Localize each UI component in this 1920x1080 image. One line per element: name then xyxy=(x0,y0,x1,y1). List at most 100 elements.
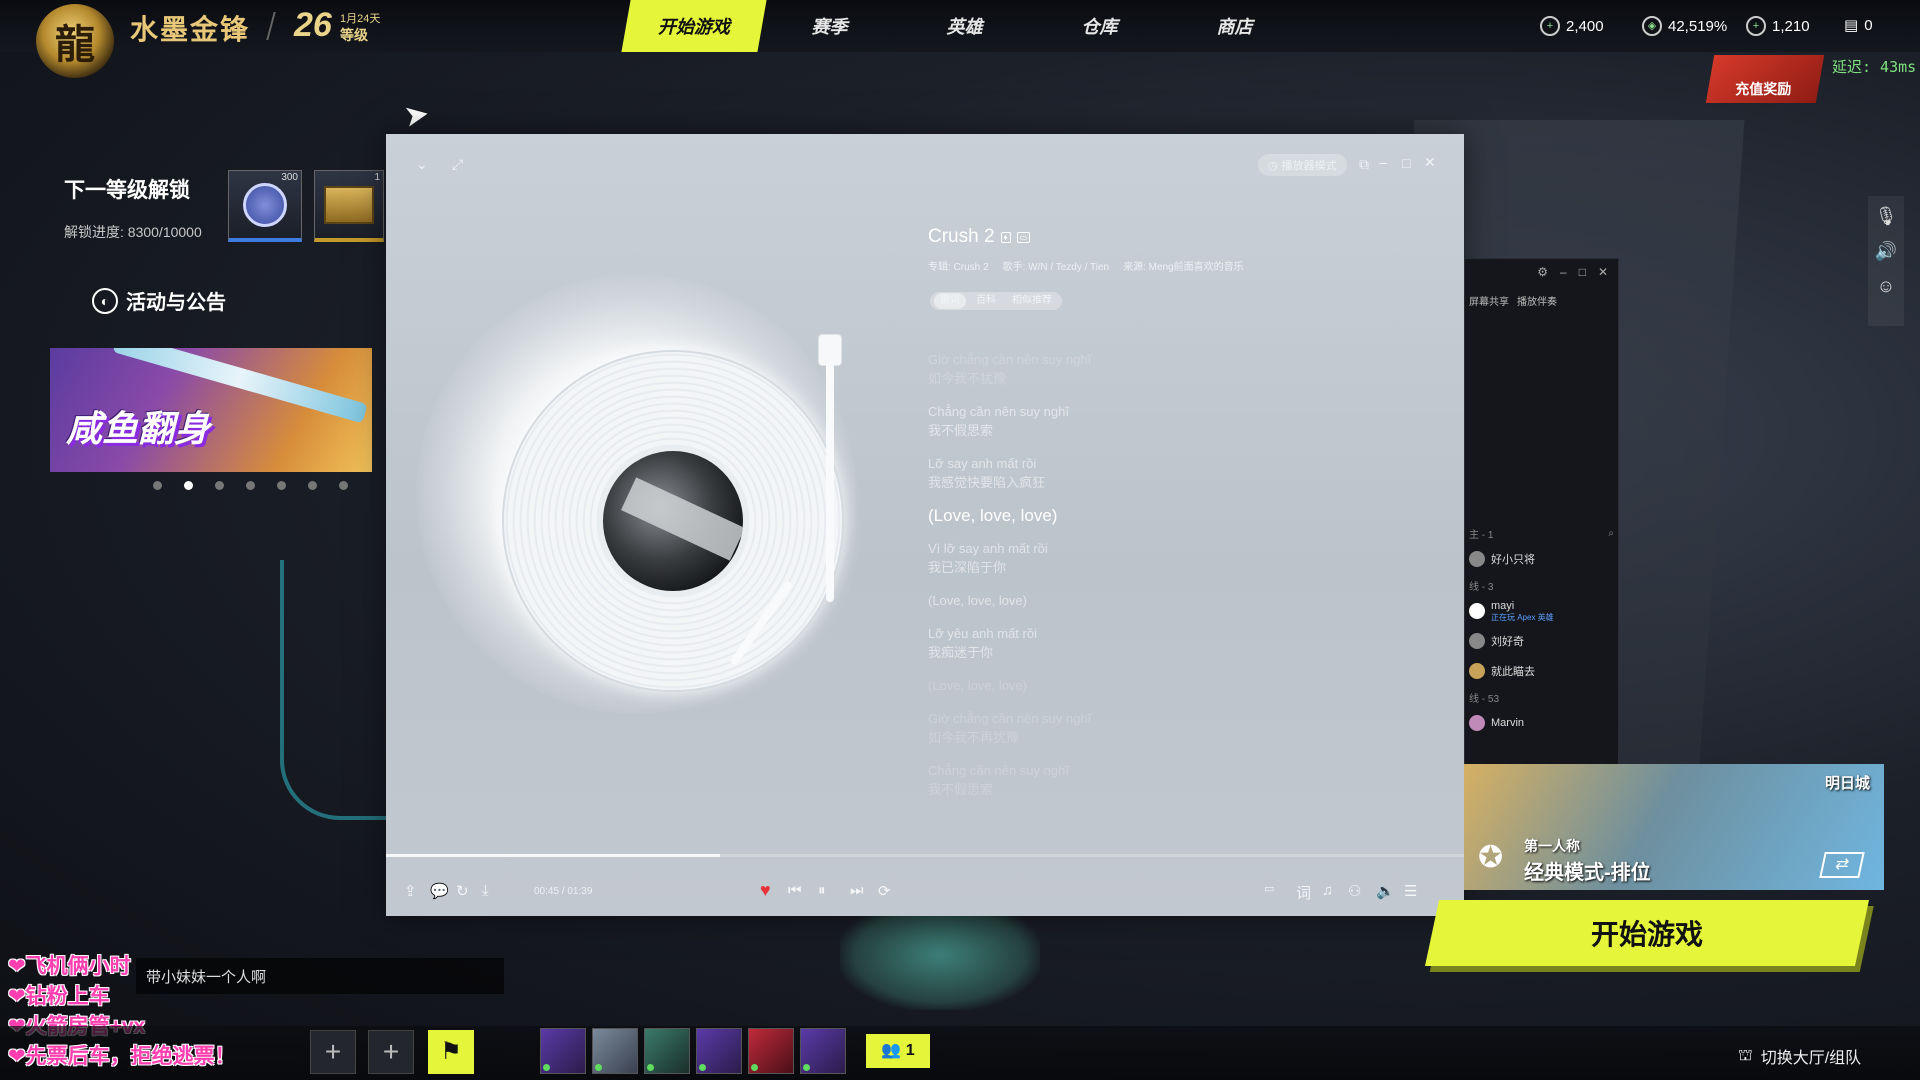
lyrics-panel[interactable]: Giờ chẳng cần nên suy nghĩ 如今我不犹豫 Chẳng cầ… xyxy=(928,350,1348,810)
lyric-line[interactable]: Lỡ yêu anh mất rồi 我痴迷于你 xyxy=(928,624,1348,662)
currency-cards[interactable]: ▤ 0 xyxy=(1844,16,1873,35)
lyric-line[interactable]: (Love, love, love) xyxy=(928,676,1348,695)
member-row[interactable]: 刘好奇 xyxy=(1469,626,1614,656)
pagination-dot-active[interactable] xyxy=(184,481,193,490)
activity-header[interactable]: ◐ 活动与公告 xyxy=(92,286,226,315)
hero-slot[interactable] xyxy=(748,1028,794,1074)
previous-track-icon[interactable]: ⏮ xyxy=(788,882,802,899)
minimize-icon[interactable]: – xyxy=(1560,265,1567,287)
lyrics-icon[interactable]: 词 xyxy=(1296,882,1311,903)
play-accompaniment-button[interactable]: 播放伴奏 xyxy=(1517,293,1557,308)
tab-wiki[interactable]: 百科 xyxy=(970,293,1002,309)
hero-slot[interactable] xyxy=(800,1028,846,1074)
member-row[interactable]: Marvin xyxy=(1469,708,1614,738)
speaker-icon[interactable]: 🔊 xyxy=(1875,241,1897,262)
microphone-icon[interactable]: 🎙 xyxy=(1875,206,1898,227)
song-meta: 专辑: Crush 2 歌手: W/N / Tezdy / Tien 来源: M… xyxy=(928,258,1244,273)
nav-start-game[interactable]: 开始游戏 xyxy=(621,0,767,52)
lyric-line[interactable]: Giờ chẳng cần nên suy nghĩ 如今我不再犹豫 xyxy=(928,709,1348,747)
next-track-icon[interactable]: ⏭ xyxy=(850,882,864,899)
nav-inventory[interactable]: 仓库 xyxy=(1032,0,1167,52)
pagination-dot[interactable] xyxy=(246,481,255,490)
currency-coins[interactable]: ◈ 42,519% xyxy=(1642,16,1727,36)
add-slot-button[interactable]: + xyxy=(310,1030,356,1074)
switch-hall-button[interactable]: ⛫ 切换大厅/组队 xyxy=(1738,1044,1861,1068)
quality-badge: ▭ xyxy=(1016,231,1031,243)
collapse-icon[interactable]: ⌄ xyxy=(416,156,428,173)
pagination-dot[interactable] xyxy=(153,481,162,490)
party-button[interactable]: 👥 1 xyxy=(866,1034,930,1068)
reward-card-coin[interactable]: 300 xyxy=(228,170,302,242)
lyric-line[interactable]: Lỡ say anh mất rồi 我感觉快要陷入疯狂 xyxy=(928,454,1348,492)
hero-slot[interactable] xyxy=(644,1028,690,1074)
pagination-dot[interactable] xyxy=(277,481,286,490)
maximize-icon[interactable]: □ xyxy=(1579,265,1586,287)
add-slot-button[interactable]: + xyxy=(368,1030,414,1074)
green-gem-icon: + xyxy=(1540,16,1560,36)
swap-mode-icon[interactable]: ⇄ xyxy=(1819,852,1865,878)
repeat-icon[interactable]: ↻ xyxy=(456,882,469,900)
banner-pagination xyxy=(153,481,348,490)
stream-overlay-line: ❤钻粉上车 xyxy=(8,985,110,1008)
volume-icon[interactable]: 🔈 xyxy=(1376,882,1395,900)
nav-shop[interactable]: 商店 xyxy=(1167,0,1302,52)
player-mode-button[interactable]: ◷ 播放器模式 xyxy=(1258,154,1347,176)
quality-icon[interactable]: ▭ xyxy=(1264,882,1274,895)
hero-slot[interactable] xyxy=(540,1028,586,1074)
lyric-line[interactable]: Giờ chẳng cần nên suy nghĩ 如今我不犹豫 xyxy=(928,350,1348,388)
member-row[interactable]: 就此瞄去 xyxy=(1469,656,1614,686)
comment-icon[interactable]: 💬 xyxy=(430,882,449,900)
close-icon[interactable]: ✕ xyxy=(1598,265,1608,287)
pause-icon[interactable]: ⏸ xyxy=(818,882,826,899)
lyric-line[interactable]: Chẳng cần nên suy nghĩ 我不假思索 xyxy=(928,761,1348,799)
playlist-icon[interactable]: ☰ xyxy=(1404,882,1417,900)
download-icon[interactable]: ⤓ xyxy=(482,882,489,899)
tab-lyrics[interactable]: 歌词 xyxy=(934,293,966,309)
lyric-line-current[interactable]: (Love, love, love) xyxy=(928,506,1348,525)
currency-gems[interactable]: + 2,400 xyxy=(1540,16,1604,36)
hero-slot[interactable] xyxy=(696,1028,742,1074)
effects-icon[interactable]: ♫ xyxy=(1322,882,1333,899)
chat-settings-icon[interactable]: ⚙ xyxy=(1537,265,1548,287)
recharge-reward-button[interactable]: 充值奖励 xyxy=(1705,55,1825,103)
map-mode-card[interactable]: 明日城 ✪ 第一人称 经典模式-排位 ⇄ xyxy=(1464,764,1884,890)
search-icon[interactable]: ⌕ xyxy=(1608,528,1614,539)
fullscreen-icon[interactable]: ⤢ xyxy=(452,156,463,173)
lyrics-tabs: 歌词 百科 相似推荐 xyxy=(930,292,1062,310)
close-icon[interactable]: ✕ xyxy=(1424,154,1436,171)
artist-link[interactable]: 歌手: W/N / Tezdy / Tien xyxy=(1003,258,1110,273)
pagination-dot[interactable] xyxy=(215,481,224,490)
lyric-line[interactable]: Chẳng cần nên suy nghĩ 我不假思索 xyxy=(928,402,1348,440)
mini-mode-icon[interactable]: ⧉ xyxy=(1359,156,1369,173)
currency-tickets[interactable]: + 1,210 xyxy=(1746,16,1810,36)
member-row[interactable]: 好小只将 xyxy=(1469,544,1614,574)
lyric-line[interactable]: Vì lỡ say anh mất rồi 我已深陷于你 xyxy=(928,539,1348,577)
loop-icon[interactable]: ⟳ xyxy=(878,882,891,900)
emoji-icon[interactable]: ☺ xyxy=(1877,276,1895,297)
reward-card-box[interactable]: 1 xyxy=(314,170,384,242)
tab-similar[interactable]: 相似推荐 xyxy=(1006,293,1058,309)
member-row[interactable]: mayi 正在玩 Apex 英雄 xyxy=(1469,596,1614,626)
hero-slot[interactable] xyxy=(592,1028,638,1074)
album-link[interactable]: 专辑: Crush 2 xyxy=(928,258,989,273)
activity-title: 活动与公告 xyxy=(126,292,226,314)
screen-share-button[interactable]: 屏幕共享 xyxy=(1469,293,1509,308)
maximize-icon[interactable]: □ xyxy=(1402,155,1410,171)
activity-banner[interactable]: 咸鱼翻身 xyxy=(50,348,372,472)
minimize-icon[interactable]: – xyxy=(1379,154,1387,170)
member-section: 主 - 1 ⌕ xyxy=(1469,527,1614,541)
like-icon[interactable]: ♥ xyxy=(760,880,771,901)
pagination-dot[interactable] xyxy=(339,481,348,490)
start-game-button[interactable]: 开始游戏 xyxy=(1424,900,1870,966)
listen-together-icon[interactable]: ⚇ xyxy=(1348,882,1361,900)
character-model xyxy=(840,900,1040,1010)
flag-icon[interactable]: ⚑ xyxy=(428,1030,474,1074)
share-icon[interactable]: ⇪ xyxy=(404,882,417,900)
nav-heroes[interactable]: 英雄 xyxy=(897,0,1032,52)
pagination-dot[interactable] xyxy=(308,481,317,490)
player-level[interactable]: 26 xyxy=(294,6,332,45)
send-icon[interactable]: ➤ xyxy=(401,96,432,135)
lyric-line[interactable]: (Love, love, love) xyxy=(928,591,1348,610)
nav-season[interactable]: 赛季 xyxy=(762,0,897,52)
source-link[interactable]: 来源: Meng前面喜欢的音乐 xyxy=(1123,258,1244,273)
